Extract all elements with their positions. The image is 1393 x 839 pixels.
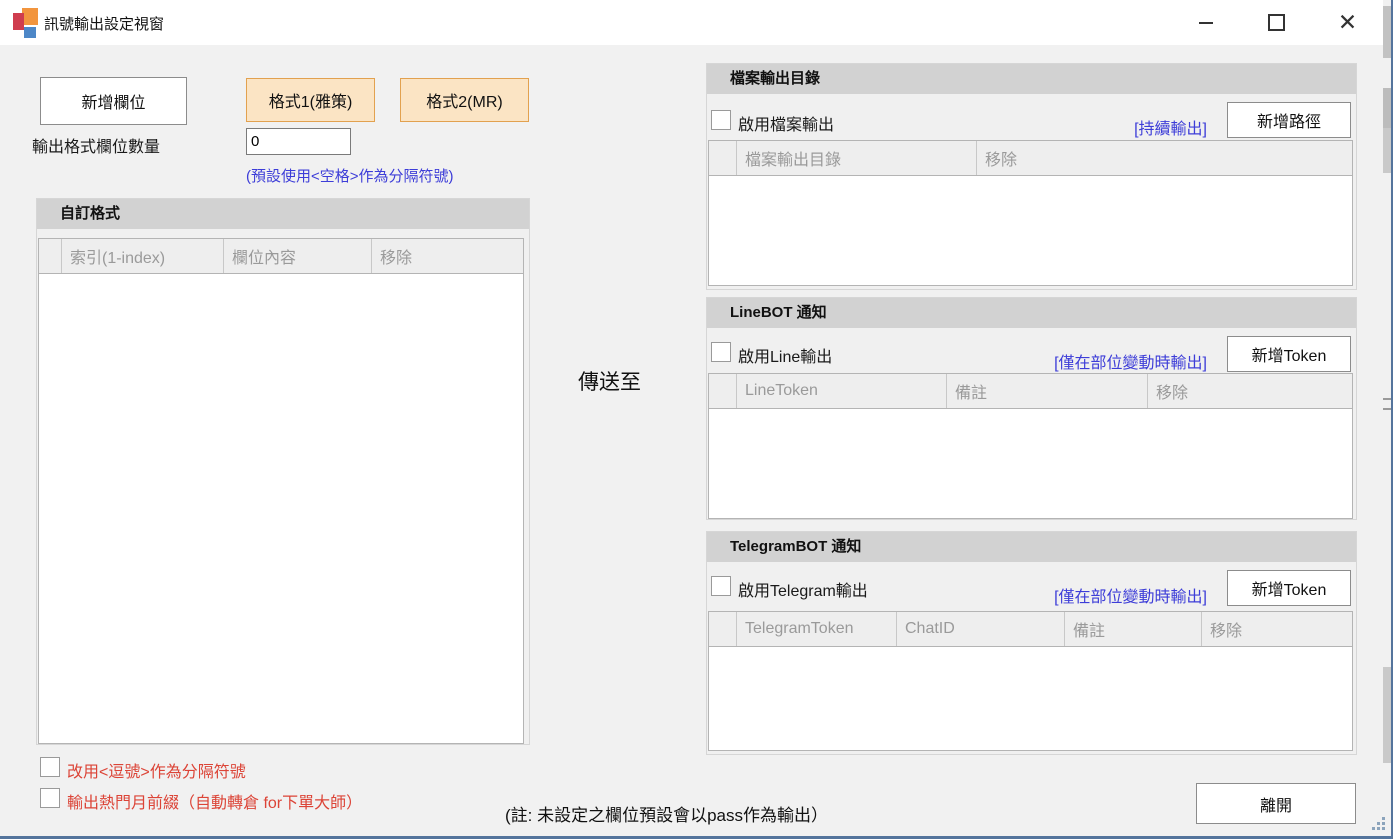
enable-file-output-label: 啟用檔案輸出	[738, 111, 834, 135]
edge-segment	[1383, 128, 1391, 173]
right-edge-strip	[1383, 0, 1391, 836]
comma-separator-label: 改用<逗號>作為分隔符號	[67, 758, 246, 782]
linebot-table-header: LineToken 備註 移除	[709, 374, 1352, 409]
linebot-group: LineBOT 通知 啟用Line輸出 [僅在部位變動時輸出] 新增Token …	[706, 297, 1357, 520]
column-header-selector	[709, 141, 737, 175]
resize-grip-dots	[1372, 817, 1375, 820]
hot-month-prefix-label: 輸出熱門月前綴（自動轉倉 for下單大師）	[67, 789, 362, 813]
window-title: 訊號輸出設定視窗	[44, 13, 164, 34]
enable-telegram-output-label: 啟用Telegram輸出	[738, 577, 868, 601]
signal-output-settings-window: 訊號輸出設定視窗 ✕ 新增欄位 格式1(雅策) 格式2(MR) 輸出格式欄位數量…	[0, 0, 1393, 839]
column-header-content: 欄位內容	[224, 239, 372, 273]
send-to-label: 傳送至	[578, 366, 641, 396]
edge-segment	[1383, 88, 1391, 128]
column-header-remove: 移除	[372, 239, 523, 273]
column-header-selector	[709, 612, 737, 646]
column-header-note: 備註	[1065, 612, 1202, 646]
telegrambot-group-title: TelegramBOT 通知	[707, 532, 1356, 562]
column-header-telegram-token: TelegramToken	[737, 612, 897, 646]
format1-button[interactable]: 格式1(雅策)	[246, 78, 375, 122]
edge-splitter-line	[1383, 408, 1391, 410]
minimize-icon	[1199, 22, 1213, 24]
telegrambot-group: TelegramBOT 通知 啟用Telegram輸出 [僅在部位變動時輸出] …	[706, 531, 1357, 755]
linebot-table: LineToken 備註 移除	[708, 373, 1353, 519]
column-header-selector	[709, 374, 737, 408]
linebot-group-title: LineBOT 通知	[707, 298, 1356, 328]
exit-button[interactable]: 離開	[1196, 783, 1356, 824]
enable-line-output-label: 啟用Line輸出	[738, 343, 832, 367]
field-count-input[interactable]	[246, 128, 351, 155]
file-output-group: 檔案輸出目錄 啟用檔案輸出 [持續輸出] 新增路徑 檔案輸出目錄 移除	[706, 63, 1357, 290]
column-header-selector	[39, 239, 62, 273]
file-output-table-body	[709, 176, 1352, 285]
enable-telegram-output-checkbox[interactable]	[711, 576, 731, 596]
resize-grip-icon[interactable]	[1372, 817, 1386, 831]
format2-button[interactable]: 格式2(MR)	[400, 78, 529, 122]
file-output-table-header: 檔案輸出目錄 移除	[709, 141, 1352, 176]
app-icon-orange-square	[22, 8, 38, 25]
linebot-table-body	[709, 409, 1352, 518]
file-output-mode-hint: [持續輸出]	[1134, 115, 1207, 139]
custom-format-table-body	[39, 274, 523, 743]
telegrambot-table-body	[709, 647, 1352, 750]
close-icon: ✕	[1338, 11, 1357, 34]
column-header-remove: 移除	[1148, 374, 1352, 408]
column-header-chatid: ChatID	[897, 612, 1065, 646]
app-icon	[13, 8, 39, 38]
custom-format-group-title: 自訂格式	[37, 199, 529, 229]
file-output-group-title: 檔案輸出目錄	[707, 64, 1356, 94]
hot-month-prefix-checkbox[interactable]	[40, 788, 60, 808]
separator-hint: (預設使用<空格>作為分隔符號)	[246, 165, 454, 186]
edge-segment	[1383, 667, 1391, 763]
custom-format-table-header: 索引(1-index) 欄位內容 移除	[39, 239, 523, 274]
file-output-table: 檔案輸出目錄 移除	[708, 140, 1353, 286]
telegrambot-table-header: TelegramToken ChatID 備註 移除	[709, 612, 1352, 647]
add-line-token-button[interactable]: 新增Token	[1227, 336, 1351, 372]
telegrambot-mode-hint: [僅在部位變動時輸出]	[1054, 583, 1207, 607]
add-field-button[interactable]: 新增欄位	[40, 77, 187, 125]
add-telegram-token-button[interactable]: 新增Token	[1227, 570, 1351, 606]
enable-line-output-checkbox[interactable]	[711, 342, 731, 362]
enable-file-output-checkbox[interactable]	[711, 110, 731, 130]
window-controls: ✕	[1170, 0, 1383, 45]
column-header-index: 索引(1-index)	[62, 239, 224, 273]
edge-segment	[1383, 6, 1391, 58]
comma-separator-checkbox[interactable]	[40, 757, 60, 777]
close-button[interactable]: ✕	[1312, 0, 1383, 45]
app-icon-blue-square	[24, 27, 36, 38]
telegrambot-table: TelegramToken ChatID 備註 移除	[708, 611, 1353, 751]
column-header-remove: 移除	[1202, 612, 1352, 646]
field-count-label: 輸出格式欄位數量	[32, 133, 160, 157]
column-header-line-token: LineToken	[737, 374, 947, 408]
edge-splitter-line	[1383, 398, 1391, 400]
custom-format-group: 自訂格式 索引(1-index) 欄位內容 移除	[36, 198, 530, 745]
linebot-mode-hint: [僅在部位變動時輸出]	[1054, 349, 1207, 373]
column-header-note: 備註	[947, 374, 1148, 408]
footer-note: (註: 未設定之欄位預設會以pass作為輸出）	[505, 801, 828, 826]
maximize-button[interactable]	[1241, 0, 1312, 45]
column-header-remove: 移除	[977, 141, 1352, 175]
add-path-button[interactable]: 新增路徑	[1227, 102, 1351, 138]
app-icon-red-square	[13, 13, 24, 30]
titlebar: 訊號輸出設定視窗 ✕	[0, 0, 1391, 45]
column-header-path: 檔案輸出目錄	[737, 141, 977, 175]
minimize-button[interactable]	[1170, 0, 1241, 45]
maximize-icon	[1268, 14, 1285, 31]
custom-format-table: 索引(1-index) 欄位內容 移除	[38, 238, 524, 744]
